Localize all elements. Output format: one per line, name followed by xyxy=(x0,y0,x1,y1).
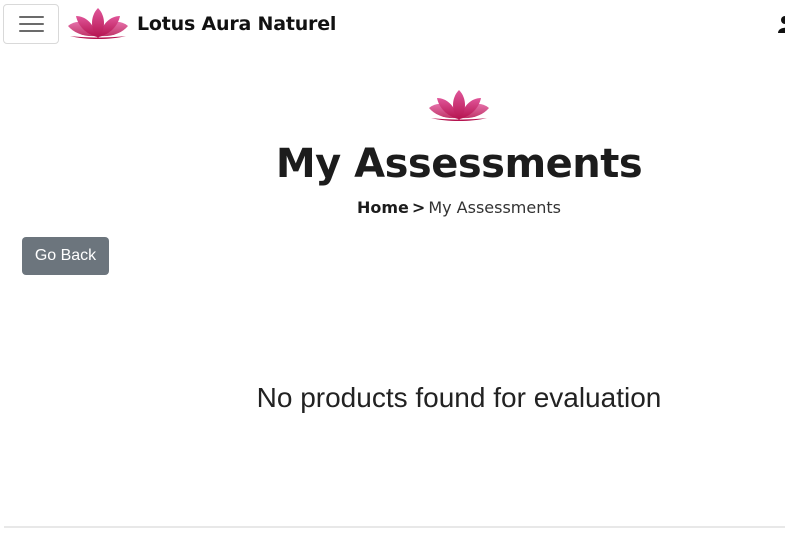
lotus-logo-icon[interactable] xyxy=(66,6,130,40)
top-navbar: Lotus Aura Naturel xyxy=(0,0,785,48)
empty-state-message: No products found for evaluation xyxy=(256,382,662,413)
breadcrumb-home-link[interactable]: Home xyxy=(357,198,409,217)
brand-name-link[interactable]: Lotus Aura Naturel xyxy=(137,10,336,38)
lotus-logo-icon xyxy=(427,88,491,122)
go-back-button[interactable]: Go Back xyxy=(22,237,109,275)
page-title: My Assessments xyxy=(275,141,643,187)
hamburger-menu-icon xyxy=(19,16,44,18)
breadcrumb-separator: > xyxy=(411,198,426,217)
user-icon[interactable] xyxy=(778,15,785,33)
breadcrumb: Home > My Assessments xyxy=(0,197,785,219)
breadcrumb-current: My Assessments xyxy=(428,198,561,217)
hamburger-menu-icon-bar xyxy=(19,23,44,25)
hamburger-menu-button[interactable] xyxy=(3,4,59,44)
hamburger-menu-icon-bar xyxy=(19,30,44,32)
footer-divider xyxy=(4,526,785,528)
